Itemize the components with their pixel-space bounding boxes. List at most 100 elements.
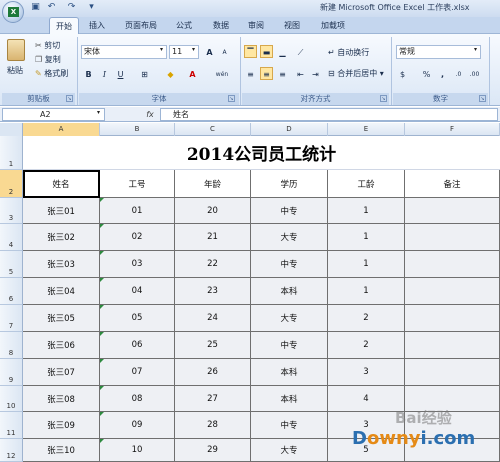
header-cell-c[interactable]: 年龄 [175,170,251,198]
data-cell-f[interactable] [405,332,500,359]
data-cell-d[interactable]: 本科 [251,278,328,305]
data-cell-b[interactable]: 07 [100,359,175,386]
align-top-icon[interactable]: ▔ [244,45,257,58]
font-color-icon[interactable]: A [186,67,199,80]
copy-button[interactable]: ❐ 复制 [35,53,61,67]
wrap-text-button[interactable]: ↵ 自动换行 [328,46,369,60]
data-cell-f[interactable] [405,305,500,332]
data-cell-d[interactable]: 中专 [251,251,328,278]
data-cell-c[interactable]: 22 [175,251,251,278]
data-cell-f[interactable] [405,198,500,224]
number-launcher-icon[interactable]: ↘ [479,95,486,102]
data-cell-e[interactable]: 1 [328,278,405,305]
comma-button[interactable]: , [436,67,449,80]
tab-view[interactable]: 视图 [277,17,307,34]
row-header-5[interactable]: 5 [0,251,23,278]
header-cell-b[interactable]: 工号 [100,170,175,198]
border-icon[interactable]: ⊞ [138,67,151,80]
align-left-icon[interactable]: ≡ [244,67,257,80]
save-icon[interactable]: ▣ [30,2,41,13]
data-cell-c[interactable]: 29 [175,439,251,462]
increase-decimal-icon[interactable]: .0 [452,67,465,80]
decrease-indent-icon[interactable]: ⇤ [294,67,307,80]
align-middle-icon[interactable]: ▬ [260,45,273,58]
column-header-e[interactable]: E [328,123,405,136]
paste-button[interactable]: 粘贴 [7,64,29,78]
alignment-launcher-icon[interactable]: ↘ [380,95,387,102]
data-cell-a[interactable]: 张三06 [23,332,100,359]
row-header-10[interactable]: 10 [0,386,23,412]
bold-button[interactable]: B [82,67,95,80]
number-format-dropdown-icon[interactable]: ▾ [474,46,477,53]
row-header-11[interactable]: 11 [0,412,23,439]
data-cell-b[interactable]: 06 [100,332,175,359]
tab-addins[interactable]: 加载项 [314,17,352,34]
phonetic-button[interactable]: wén [211,67,233,80]
paste-icon[interactable] [7,39,25,61]
font-name-select[interactable]: 宋体 [81,45,167,59]
data-cell-d[interactable]: 本科 [251,359,328,386]
font-launcher-icon[interactable]: ↘ [228,95,235,102]
column-header-f[interactable]: F [405,123,500,136]
data-cell-a[interactable]: 张三10 [23,439,100,462]
percent-button[interactable]: % [420,67,433,80]
row-header-12[interactable]: 12 [0,439,23,462]
header-cell-a[interactable]: 姓名 [23,170,100,198]
column-header-c[interactable]: C [175,123,251,136]
data-cell-c[interactable]: 20 [175,198,251,224]
format-painter-button[interactable]: ✎ 格式刷 [35,67,68,81]
data-cell-a[interactable]: 张三08 [23,386,100,412]
align-right-icon[interactable]: ≡ [276,67,289,80]
decrease-decimal-icon[interactable]: .00 [468,67,481,80]
tab-review[interactable]: 审阅 [241,17,271,34]
tab-insert[interactable]: 插入 [82,17,112,34]
align-center-icon[interactable]: ≡ [260,67,273,80]
grow-font-button[interactable]: A [203,45,216,58]
row-header-4[interactable]: 4 [0,224,23,251]
data-cell-a[interactable]: 张三07 [23,359,100,386]
data-cell-e[interactable]: 1 [328,198,405,224]
font-size-dropdown-icon[interactable]: ▾ [192,46,195,53]
data-cell-c[interactable]: 23 [175,278,251,305]
data-cell-d[interactable]: 中专 [251,198,328,224]
data-cell-c[interactable]: 25 [175,332,251,359]
office-button[interactable]: X [2,1,24,23]
data-cell-a[interactable]: 张三09 [23,412,100,439]
header-cell-f[interactable]: 备注 [405,170,500,198]
column-header-d[interactable]: D [251,123,328,136]
fill-color-icon[interactable]: ◆ [164,67,177,80]
tab-formulas[interactable]: 公式 [169,17,199,34]
data-cell-d[interactable]: 中专 [251,412,328,439]
data-cell-b[interactable]: 03 [100,251,175,278]
row-header-1[interactable]: 1 [0,136,23,170]
row-header-3[interactable]: 3 [0,198,23,224]
data-cell-d[interactable]: 大专 [251,305,328,332]
data-cell-b[interactable]: 09 [100,412,175,439]
undo-icon[interactable]: ↶ [46,2,57,13]
align-bottom-icon[interactable]: ▁ [276,45,289,58]
data-cell-f[interactable] [405,278,500,305]
data-cell-e[interactable]: 4 [328,386,405,412]
row-header-8[interactable]: 8 [0,332,23,359]
data-cell-b[interactable]: 05 [100,305,175,332]
data-cell-a[interactable]: 张三04 [23,278,100,305]
data-cell-a[interactable]: 张三01 [23,198,100,224]
select-all-button[interactable] [0,123,23,136]
data-cell-c[interactable]: 21 [175,224,251,251]
data-cell-a[interactable]: 张三05 [23,305,100,332]
data-cell-b[interactable]: 01 [100,198,175,224]
name-box[interactable]: A2 [2,108,105,121]
row-header-2[interactable]: 2 [0,170,23,198]
underline-button[interactable]: U [114,67,127,80]
data-cell-f[interactable] [405,359,500,386]
data-cell-f[interactable] [405,251,500,278]
data-cell-b[interactable]: 10 [100,439,175,462]
merge-center-button[interactable]: ⊟ 合并后居中 ▾ [328,67,384,81]
data-cell-d[interactable]: 本科 [251,386,328,412]
tab-data[interactable]: 数据 [206,17,236,34]
increase-indent-icon[interactable]: ⇥ [309,67,322,80]
data-cell-e[interactable]: 1 [328,224,405,251]
data-cell-d[interactable]: 大专 [251,224,328,251]
cut-button[interactable]: ✂ 剪切 [35,39,60,53]
shrink-font-button[interactable]: A [218,45,231,58]
